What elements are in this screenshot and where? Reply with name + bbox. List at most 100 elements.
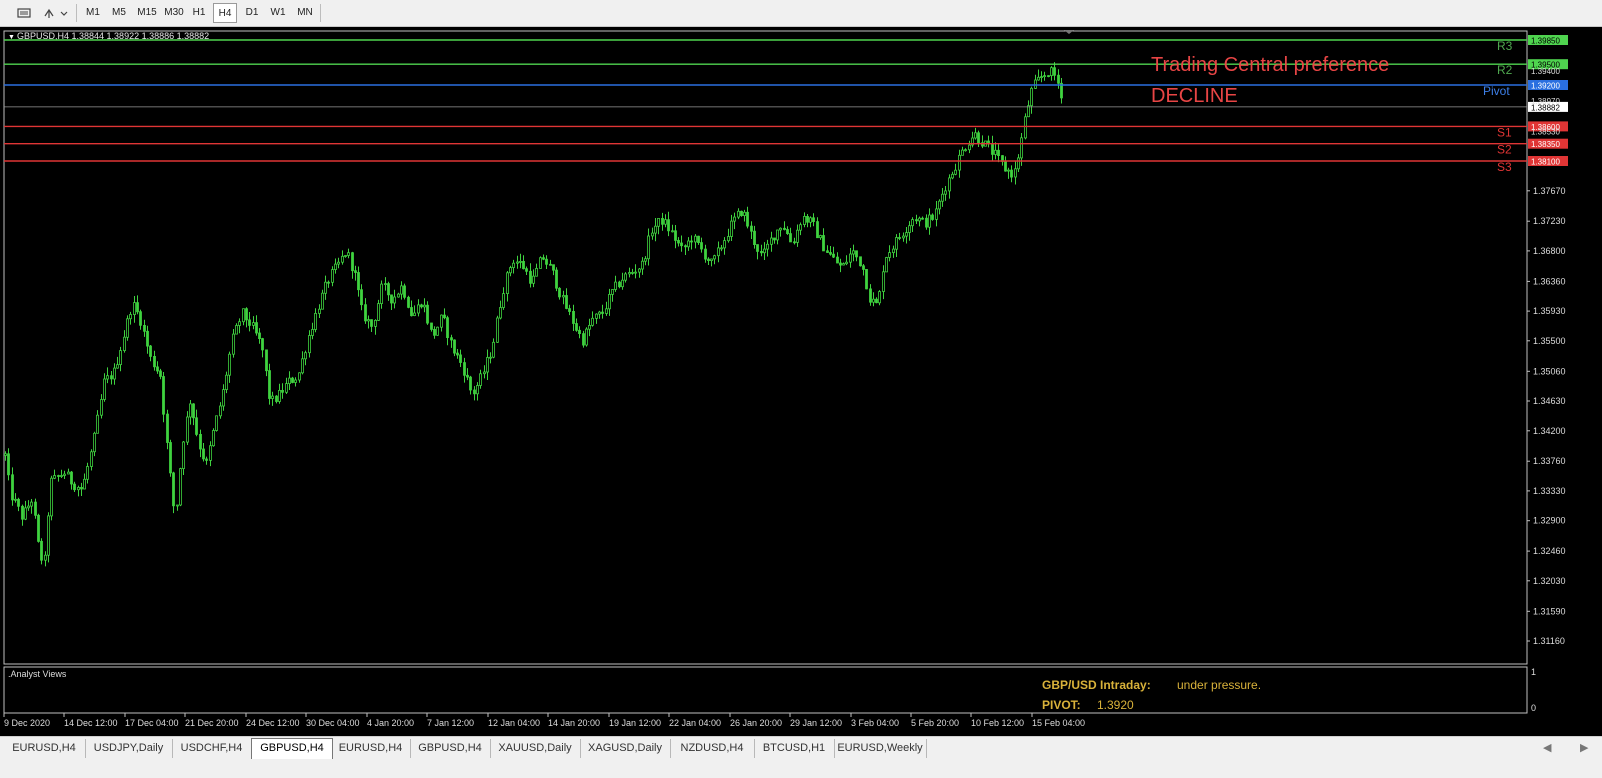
- chart-canvas[interactable]: ▼ GBPUSD,H4 1.38844 1.38922 1.38886 1.388…: [0, 27, 1602, 736]
- timeframe-toolbar: M1 M5 M15 M30 H1 H4 D1 W1 MN: [0, 0, 1602, 27]
- chart-window-icon[interactable]: [14, 4, 34, 22]
- candle-body: [905, 232, 908, 237]
- tab-usdjpy-daily[interactable]: USDJPY,Daily: [85, 739, 173, 758]
- candle-body: [862, 265, 865, 270]
- intraday-value: under pressure.: [1177, 678, 1261, 692]
- candle-body: [423, 304, 426, 308]
- candle-body: [245, 308, 248, 321]
- timeframe-h1-button[interactable]: H1: [189, 3, 209, 23]
- candle-body: [605, 308, 608, 314]
- candle-body: [189, 403, 192, 418]
- candle-body: [628, 272, 631, 275]
- candle-body: [271, 395, 274, 399]
- candle-body: [440, 314, 443, 328]
- candle-body: [298, 372, 301, 381]
- candle-body: [321, 292, 324, 310]
- tab-scroll-right-icon[interactable]: ▶: [1580, 741, 1588, 754]
- candle-body: [377, 303, 380, 321]
- price-chart[interactable]: ▼ GBPUSD,H4 1.38844 1.38922 1.38886 1.388…: [0, 27, 1602, 736]
- level-label-s3: S3: [1497, 160, 1512, 174]
- price-axis-label: 1.32460: [1533, 546, 1566, 556]
- candle-body: [710, 258, 713, 262]
- tab-scroll-left-icon[interactable]: ◀: [1543, 741, 1551, 754]
- analyst-views-title: .Analyst Views: [8, 669, 67, 679]
- time-axis-label: 5 Feb 20:00: [911, 718, 959, 728]
- tab-xauusd-daily[interactable]: XAUUSD,Daily: [490, 739, 581, 758]
- candle-body: [746, 211, 749, 227]
- candle-body: [446, 317, 449, 339]
- candle-body: [647, 235, 650, 260]
- candle-body: [707, 258, 710, 262]
- timeframe-m5-button[interactable]: M5: [107, 3, 131, 23]
- candle-body: [836, 256, 839, 264]
- candle-body: [1040, 76, 1043, 78]
- candle-body: [496, 317, 499, 343]
- tab-eurusd-h4[interactable]: EURUSD,H4: [331, 739, 411, 758]
- candle-body: [222, 389, 225, 407]
- candle-body: [1004, 161, 1007, 172]
- price-axis-label: 1.32900: [1533, 516, 1566, 526]
- tools-dropdown-icon[interactable]: [42, 4, 70, 22]
- candle-body: [601, 311, 604, 314]
- candle-body: [380, 283, 383, 305]
- chart-shift-marker[interactable]: [1064, 30, 1074, 34]
- level-label-s1: S1: [1497, 125, 1512, 139]
- candle-body: [176, 504, 179, 507]
- candle-body: [770, 237, 773, 245]
- candle-body: [687, 240, 690, 248]
- tab-btcusd-h1[interactable]: BTCUSD,H1: [754, 739, 835, 758]
- candle-body: [644, 258, 647, 262]
- time-axis-label: 15 Feb 04:00: [1032, 718, 1085, 728]
- timeframe-mn-button[interactable]: MN: [292, 3, 318, 23]
- tab-gbpusd-h4[interactable]: GBPUSD,H4: [251, 738, 333, 759]
- time-axis-label: 12 Jan 04:00: [488, 718, 540, 728]
- candle-body: [294, 379, 297, 383]
- candle-body: [258, 332, 261, 339]
- tab-usdchf-h4[interactable]: USDCHF,H4: [172, 739, 252, 758]
- candle-body: [436, 326, 439, 336]
- candle-body: [354, 270, 357, 273]
- tab-eurusd-h4[interactable]: EURUSD,H4: [3, 739, 86, 758]
- timeframe-h4-button[interactable]: H4: [213, 3, 237, 23]
- time-axis-label: 7 Jan 12:00: [427, 718, 474, 728]
- candle-body: [162, 376, 165, 415]
- candle-body: [885, 257, 888, 273]
- candle-body: [27, 505, 30, 509]
- candle-body: [1014, 168, 1017, 178]
- level-label-r2: R2: [1497, 63, 1513, 77]
- candle-body: [585, 328, 588, 346]
- candle-body: [552, 264, 555, 271]
- candle-body: [911, 219, 914, 227]
- candle-body: [608, 293, 611, 310]
- price-axis-label: 1.38970: [1531, 97, 1560, 106]
- candle-body: [40, 540, 43, 561]
- candle-body: [921, 217, 924, 220]
- tab-gbpusd-h4[interactable]: GBPUSD,H4: [410, 739, 491, 758]
- candle-body: [67, 471, 70, 475]
- candle-body: [582, 333, 585, 346]
- timeframe-w1-button[interactable]: W1: [267, 3, 289, 23]
- candle-body: [539, 257, 542, 269]
- candle-body: [268, 370, 271, 399]
- tab-xagusd-daily[interactable]: XAGUSD,Daily: [580, 739, 671, 758]
- timeframe-d1-button[interactable]: D1: [241, 3, 263, 23]
- candle-body: [374, 319, 377, 327]
- candle-body: [205, 458, 208, 461]
- candle-body: [34, 501, 37, 516]
- candle-body: [895, 237, 898, 250]
- candle-body: [413, 312, 416, 316]
- price-axis-label: 1.37670: [1533, 186, 1566, 196]
- tab-nzdusd-h4[interactable]: NZDUSD,H4: [670, 739, 755, 758]
- candle-body: [882, 271, 885, 292]
- candle-body: [334, 263, 337, 271]
- timeframe-m1-button[interactable]: M1: [82, 3, 104, 23]
- candle-body: [261, 338, 264, 351]
- candle-body: [311, 329, 314, 336]
- candle-body: [997, 149, 1000, 157]
- tab-eurusd-weekly[interactable]: EURUSD,Weekly: [834, 739, 927, 758]
- candle-body: [740, 210, 743, 217]
- time-axis-label: 26 Jan 20:00: [730, 718, 782, 728]
- timeframe-m30-button[interactable]: M30: [162, 3, 186, 23]
- timeframe-m15-button[interactable]: M15: [134, 3, 160, 23]
- candle-body: [516, 261, 519, 264]
